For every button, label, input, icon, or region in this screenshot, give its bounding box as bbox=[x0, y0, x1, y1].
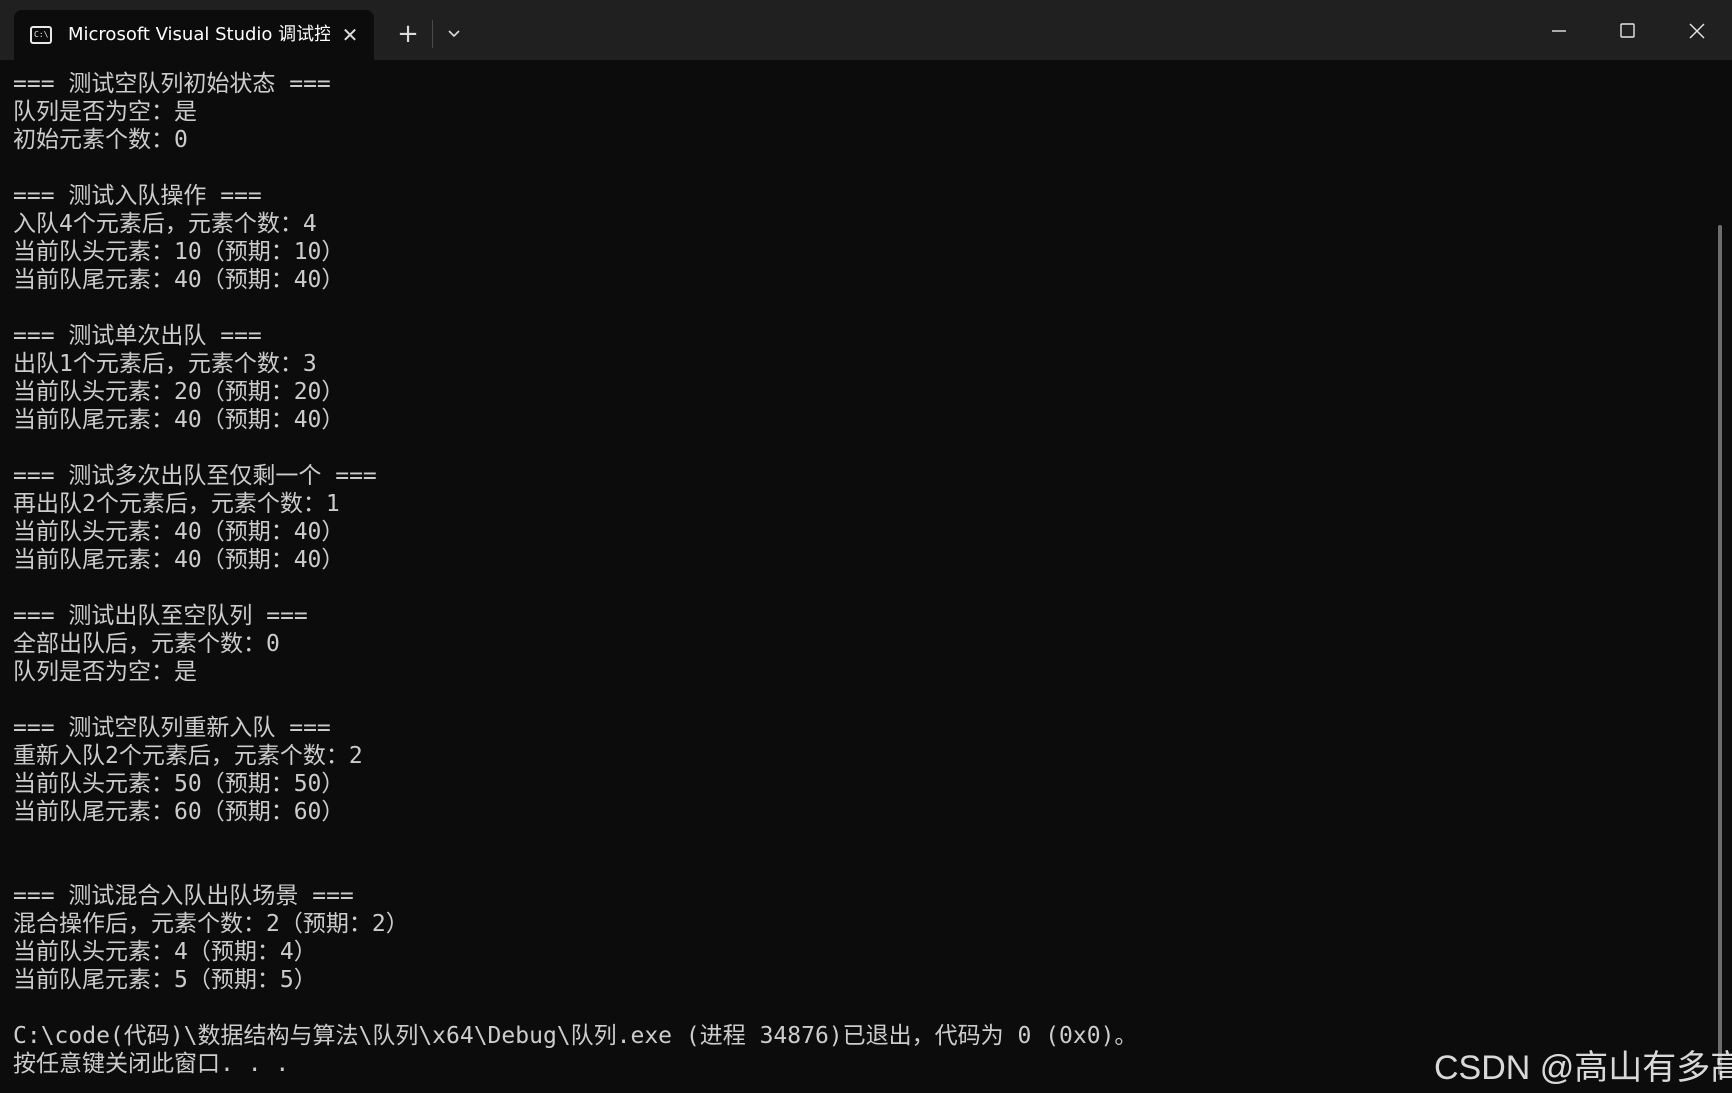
console-line: 队列是否为空：是 bbox=[13, 99, 197, 125]
console-line: 队列是否为空：是 bbox=[13, 659, 197, 685]
console-line: 当前队头元素：10（预期：10） bbox=[13, 239, 345, 265]
console-line: 初始元素个数：0 bbox=[13, 127, 188, 153]
console-line: 当前队头元素：4（预期：4） bbox=[13, 939, 317, 965]
console-line: 出队1个元素后，元素个数：3 bbox=[13, 351, 317, 377]
title-bar: C:\ Microsoft Visual Studio 调试控 ✕ + bbox=[0, 0, 1732, 60]
maximize-icon bbox=[1620, 23, 1635, 38]
console-line: === 测试入队操作 === bbox=[13, 183, 262, 209]
close-window-button[interactable] bbox=[1680, 14, 1714, 48]
console-line: 当前队尾元素：60（预期：60） bbox=[13, 799, 345, 825]
console-line: 再出队2个元素后，元素个数：1 bbox=[13, 491, 340, 517]
console-line: 当前队尾元素：40（预期：40） bbox=[13, 407, 345, 433]
console-output-area[interactable]: === 测试空队列初始状态 === 队列是否为空：是 初始元素个数：0 === 测试… bbox=[0, 60, 1716, 1093]
console-line: 当前队尾元素：40（预期：40） bbox=[13, 267, 345, 293]
console-line: 重新入队2个元素后，元素个数：2 bbox=[13, 743, 363, 769]
console-line: 入队4个元素后，元素个数：4 bbox=[13, 211, 317, 237]
console-line: 当前队头元素：20（预期：20） bbox=[13, 379, 345, 405]
new-tab-button[interactable]: + bbox=[394, 20, 422, 48]
console-line: === 测试出队至空队列 === bbox=[13, 603, 308, 629]
close-icon bbox=[1689, 23, 1705, 39]
console-line: === 测试空队列重新入队 === bbox=[13, 715, 331, 741]
scrollbar[interactable] bbox=[1718, 225, 1722, 1075]
console-line: 当前队尾元素：5（预期：5） bbox=[13, 967, 317, 993]
close-tab-button[interactable]: ✕ bbox=[338, 23, 362, 47]
console-line: 全部出队后，元素个数：0 bbox=[13, 631, 280, 657]
console-line: === 测试单次出队 === bbox=[13, 323, 262, 349]
console-line: === 测试空队列初始状态 === bbox=[13, 71, 331, 97]
watermark: CSDN @高山有多高 bbox=[1434, 1049, 1732, 1087]
console-output: === 测试空队列初始状态 === 队列是否为空：是 初始元素个数：0 === 测试… bbox=[0, 60, 1716, 1078]
tab-divider bbox=[432, 20, 433, 48]
minimize-icon bbox=[1552, 30, 1566, 32]
dropdown-button[interactable] bbox=[440, 20, 468, 48]
minimize-button[interactable] bbox=[1542, 14, 1576, 48]
maximize-button[interactable] bbox=[1610, 14, 1644, 48]
console-line: 当前队头元素：50（预期：50） bbox=[13, 771, 345, 797]
console-icon: C:\ bbox=[30, 26, 52, 44]
tab-title: Microsoft Visual Studio 调试控 bbox=[68, 24, 330, 45]
console-line: 混合操作后，元素个数：2（预期：2） bbox=[13, 911, 409, 937]
chevron-down-icon bbox=[448, 30, 460, 38]
console-line: 当前队尾元素：40（预期：40） bbox=[13, 547, 345, 573]
console-line: === 测试混合入队出队场景 === bbox=[13, 883, 354, 909]
console-line: === 测试多次出队至仅剩一个 === bbox=[13, 463, 377, 489]
tab-terminal[interactable]: C:\ Microsoft Visual Studio 调试控 ✕ bbox=[14, 10, 374, 60]
console-line: 当前队头元素：40（预期：40） bbox=[13, 519, 345, 545]
